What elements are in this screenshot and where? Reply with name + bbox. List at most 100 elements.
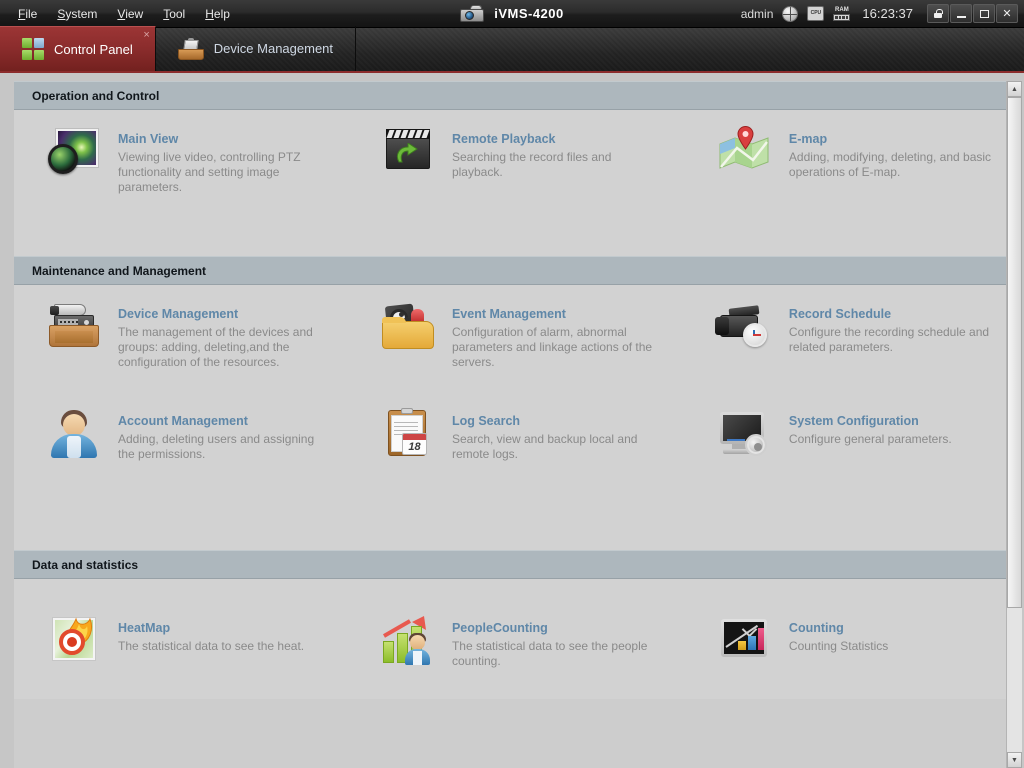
- module-emap[interactable]: E-map Adding, modifying, deleting, and b…: [707, 110, 1006, 199]
- menu-tool-label: ool: [169, 6, 186, 21]
- title-bar: File System View Tool Help iVMS-4200 adm…: [0, 0, 1024, 28]
- module-remote-playback[interactable]: Remote Playback Searching the record fil…: [368, 110, 707, 199]
- menu-file-label: ile: [25, 6, 38, 21]
- panel-scrollbar[interactable]: ▲ ▼: [1006, 81, 1022, 768]
- ram-icon[interactable]: RAM: [832, 6, 851, 22]
- module-heatmap-title[interactable]: HeatMap: [118, 621, 304, 635]
- section-header-operation-and-control: Operation and Control: [14, 81, 1006, 110]
- cpu-icon-label: CPU: [807, 5, 825, 21]
- tab-device-management[interactable]: Device Management: [156, 26, 357, 71]
- section-body-maintenance-and-management: Device Management The management of the …: [14, 285, 1006, 550]
- section-body-data-and-statistics: HeatMap The statistical data to see the …: [14, 579, 1006, 699]
- module-peoplecounting[interactable]: PeopleCounting The statistical data to s…: [368, 599, 707, 673]
- scrollbar-track[interactable]: [1007, 97, 1022, 752]
- window-buttons: ✕: [927, 4, 1018, 23]
- tab-control-panel[interactable]: Control Panel ×: [0, 26, 156, 71]
- calendar-glyph: 18: [401, 433, 427, 455]
- menu-help-label: elp: [213, 6, 230, 21]
- app-title: iVMS-4200: [494, 6, 564, 21]
- tab-control-panel-label: Control Panel: [54, 41, 133, 57]
- heatmap-icon: [46, 615, 102, 667]
- device-management-icon: [46, 301, 102, 353]
- account-management-icon: [46, 408, 102, 460]
- menu-view[interactable]: View: [107, 3, 153, 25]
- module-account-management-desc: Adding, deleting users and assigning the…: [118, 432, 315, 461]
- scrollbar-thumb[interactable]: [1007, 97, 1022, 608]
- record-schedule-icon: [714, 301, 773, 353]
- lock-icon: [934, 9, 943, 18]
- menu-tool[interactable]: Tool: [153, 3, 195, 25]
- maximize-icon: [979, 9, 989, 18]
- module-peoplecounting-title[interactable]: PeopleCounting: [452, 621, 664, 635]
- module-device-management[interactable]: Device Management The management of the …: [14, 285, 368, 374]
- peoplecounting-icon: [380, 615, 436, 667]
- menu-system[interactable]: System: [47, 3, 107, 25]
- tab-close-icon[interactable]: ×: [143, 30, 149, 41]
- clock-label: 16:23:37: [862, 6, 913, 21]
- module-heatmap-desc: The statistical data to see the heat.: [118, 639, 305, 653]
- module-counting[interactable]: Counting Counting Statistics: [707, 599, 1006, 673]
- module-remote-playback-desc: Searching the record files and playback.: [451, 150, 612, 179]
- grid-icon: [22, 38, 44, 60]
- menu-help-mnemonic: H: [205, 6, 214, 21]
- module-row: Main View Viewing live video, controllin…: [14, 110, 1006, 199]
- module-record-schedule[interactable]: Record Schedule Configure the recording …: [707, 285, 1006, 374]
- section-header-data-and-statistics: Data and statistics: [14, 550, 1006, 579]
- module-record-schedule-desc: Configure the recording schedule and rel…: [788, 325, 990, 354]
- log-search-icon: 18: [380, 408, 436, 460]
- module-row: Device Management The management of the …: [14, 285, 1006, 374]
- module-main-view-title[interactable]: Main View: [118, 132, 330, 146]
- menu-file[interactable]: File: [8, 3, 47, 25]
- menu-system-label: ystem: [65, 6, 98, 21]
- module-counting-title[interactable]: Counting: [789, 621, 888, 635]
- module-system-configuration-title[interactable]: System Configuration: [789, 414, 952, 428]
- section-body-operation-and-control: Main View Viewing live video, controllin…: [14, 110, 1006, 256]
- app-camera-icon: [460, 5, 486, 22]
- module-emap-title[interactable]: E-map: [789, 132, 996, 146]
- module-heatmap[interactable]: HeatMap The statistical data to see the …: [14, 599, 368, 673]
- module-event-management-title[interactable]: Event Management: [452, 307, 664, 321]
- module-remote-playback-title[interactable]: Remote Playback: [452, 132, 664, 146]
- module-event-management[interactable]: Event Management Configuration of alarm,…: [368, 285, 707, 374]
- menu-view-label: iew: [125, 6, 144, 21]
- module-main-view[interactable]: Main View Viewing live video, controllin…: [14, 110, 368, 199]
- minimize-icon: [956, 15, 966, 18]
- module-emap-desc: Adding, modifying, deleting, and basic o…: [788, 150, 992, 179]
- tab-bar: Control Panel × Device Management: [0, 26, 1024, 73]
- event-management-icon: [380, 301, 436, 353]
- module-counting-desc: Counting Statistics: [788, 639, 889, 653]
- module-main-view-desc: Viewing live video, controlling PTZ func…: [118, 150, 301, 194]
- section-header-maintenance-and-management: Maintenance and Management: [14, 256, 1006, 285]
- close-icon: ✕: [1002, 8, 1012, 20]
- module-record-schedule-title[interactable]: Record Schedule: [789, 307, 996, 321]
- current-user-label: admin: [740, 6, 774, 21]
- menu-bar: File System View Tool Help: [0, 3, 240, 25]
- title-right-area: admin CPU RAM 16:23:37 ✕: [741, 4, 1024, 23]
- maximize-button[interactable]: [973, 4, 995, 23]
- ram-icon-label: RAM: [835, 6, 849, 13]
- module-row: HeatMap The statistical data to see the …: [14, 579, 1006, 673]
- scroll-down-button[interactable]: ▼: [1007, 752, 1022, 768]
- close-button[interactable]: ✕: [996, 4, 1018, 23]
- module-account-management[interactable]: Account Management Adding, deleting user…: [14, 392, 368, 466]
- module-row: Account Management Adding, deleting user…: [14, 374, 1006, 466]
- control-panel: Operation and Control Main View Viewing …: [14, 81, 1006, 768]
- tab-device-management-label: Device Management: [213, 41, 334, 56]
- module-event-management-desc: Configuration of alarm, abnormal paramet…: [451, 325, 653, 369]
- globe-icon[interactable]: [782, 5, 800, 22]
- lock-button[interactable]: [927, 4, 949, 23]
- module-log-search[interactable]: 18 Log Search Search, view and backup lo…: [368, 392, 707, 466]
- module-system-configuration[interactable]: System Configuration Configure general p…: [707, 392, 1006, 466]
- module-system-configuration-desc: Configure general parameters.: [788, 432, 952, 446]
- system-configuration-icon: [717, 408, 773, 460]
- module-account-management-title[interactable]: Account Management: [118, 414, 330, 428]
- module-device-management-title[interactable]: Device Management: [118, 307, 330, 321]
- scroll-up-button[interactable]: ▲: [1007, 81, 1022, 97]
- cpu-icon[interactable]: CPU: [807, 5, 825, 22]
- module-log-search-desc: Search, view and backup local and remote…: [451, 432, 638, 461]
- module-log-search-title[interactable]: Log Search: [452, 414, 664, 428]
- main-content: Operation and Control Main View Viewing …: [0, 73, 1024, 768]
- minimize-button[interactable]: [950, 4, 972, 23]
- undo-arrow-glyph: [396, 143, 418, 163]
- menu-help[interactable]: Help: [195, 3, 240, 25]
